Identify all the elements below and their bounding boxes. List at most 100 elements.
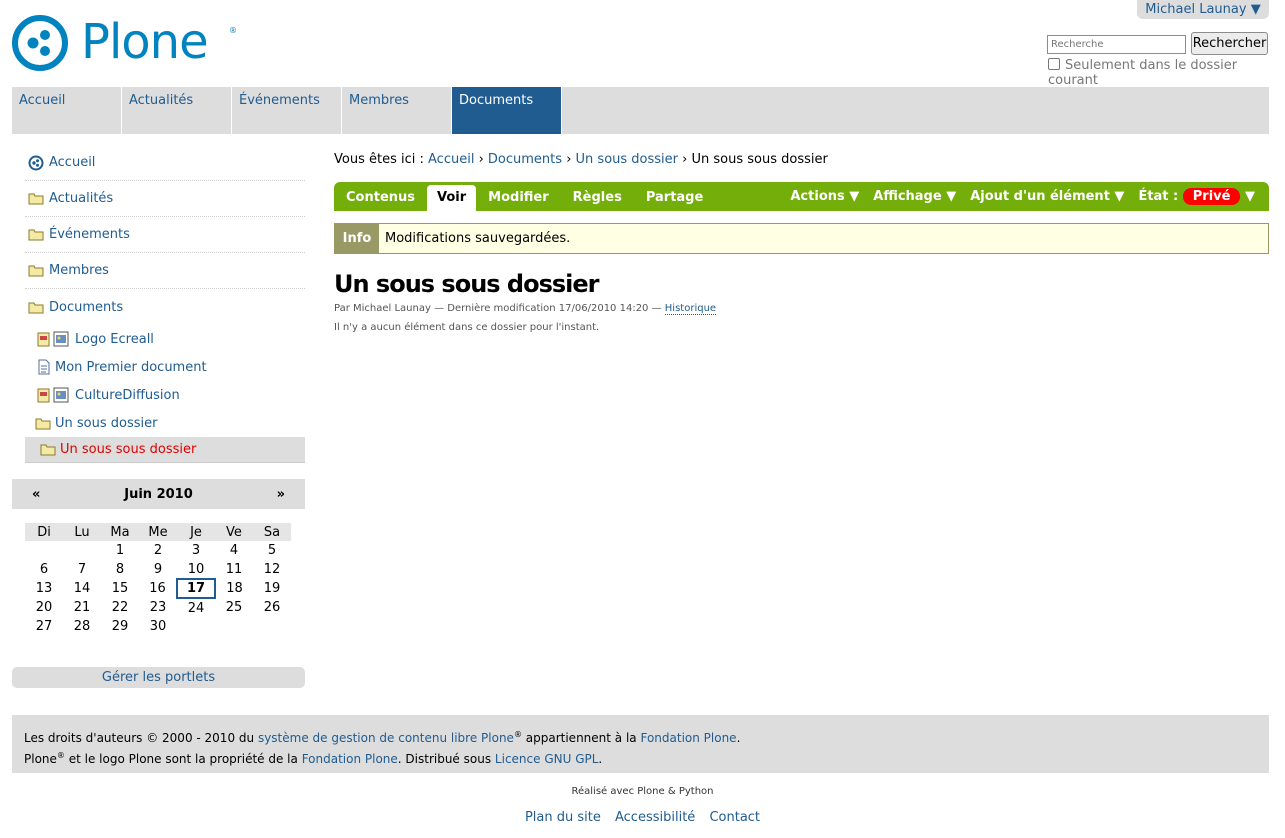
tab-contenus[interactable]: Contenus (334, 185, 427, 211)
folder-icon (28, 192, 44, 205)
nav-item-actualites[interactable]: Actualités (25, 181, 305, 217)
global-nav-item-actualites[interactable]: Actualités (122, 87, 232, 134)
document-byline: Par Michael Launay — Dernière modificati… (334, 303, 717, 315)
tab-partage[interactable]: Partage (634, 185, 715, 211)
search-button[interactable]: Rechercher (1191, 32, 1268, 55)
footer-link-license[interactable]: Licence GNU GPL (495, 752, 599, 766)
nav-subitem-label: Logo Ecreall (75, 331, 154, 347)
footer-text: Les droits d'auteurs © 2000 - 2010 du (24, 731, 255, 745)
global-nav-item-evenements[interactable]: Événements (232, 87, 342, 134)
nav-item-documents[interactable]: Documents (25, 289, 305, 325)
breadcrumb-link-documents[interactable]: Documents (488, 152, 562, 167)
footer-link-foundation[interactable]: Fondation Plone (640, 731, 736, 745)
footer-text: . (598, 752, 603, 766)
state-menu[interactable]: État : Privé ▼ (1138, 188, 1255, 205)
global-nav-item-documents[interactable]: Documents (452, 87, 562, 134)
state-label: État : (1138, 189, 1179, 204)
nav-subitem-label: Un sous sous dossier (60, 442, 197, 457)
calendar-day: 9 (153, 562, 163, 577)
weekday-header: Me (139, 523, 177, 541)
user-menu[interactable]: Michael Launay ▼ (1137, 0, 1269, 19)
calendar-day: 4 (229, 543, 239, 558)
calendar-grid: Di Lu Ma Me Je Ve Sa 1 2 3 4 5 6 7 8 9 1… (25, 523, 291, 636)
plone-logo-icon (28, 155, 44, 171)
actions-menu[interactable]: Actions ▼ (790, 189, 859, 204)
image-icon (37, 387, 71, 403)
footer-link-foundation-2[interactable]: Fondation Plone (302, 752, 398, 766)
tab-voir[interactable]: Voir (427, 185, 477, 211)
breadcrumb: Vous êtes ici : Accueil › Documents › Un… (334, 152, 828, 167)
chevron-down-icon: ▼ (1245, 189, 1255, 204)
calendar-day: 6 (39, 562, 49, 577)
add-item-menu[interactable]: Ajout d'un élément ▼ (970, 189, 1124, 204)
tab-modifier[interactable]: Modifier (476, 185, 561, 211)
manage-portlets-link[interactable]: Gérer les portlets (12, 667, 305, 688)
page-title: Un sous sous dossier (334, 270, 600, 298)
folder-icon (28, 228, 44, 241)
status-message: Info Modifications sauvegardées. (334, 223, 1269, 254)
plone-logo-icon (12, 15, 68, 71)
calendar-day: 8 (115, 562, 125, 577)
site-logo[interactable]: Plone ® (11, 14, 237, 74)
folder-icon (40, 443, 56, 456)
calendar-day-today: 17 (176, 578, 216, 599)
calendar-day: 5 (267, 543, 277, 558)
calendar-header: « Juin 2010 » (12, 479, 305, 509)
search-scope-checkbox[interactable] (1048, 58, 1060, 70)
search-scope-label: Seulement dans le dossier courant (1048, 58, 1238, 88)
footer-line-1: Les droits d'auteurs © 2000 - 2010 du sy… (24, 726, 1257, 747)
footer-link-cms[interactable]: système de gestion de contenu libre Plon… (258, 731, 514, 745)
navigation-portlet: Accueil Actualités Événements Membres Do… (25, 145, 305, 463)
calendar-day (215, 617, 253, 636)
footer-text: . Distribué sous (397, 752, 492, 766)
folder-icon (35, 417, 51, 430)
footer-text: et le logo Plone sont la propriété de la (68, 752, 298, 766)
nav-item-accueil[interactable]: Accueil (25, 145, 305, 181)
nav-subitem-un-sous-dossier[interactable]: Un sous dossier (25, 409, 305, 437)
search-scope-option[interactable]: Seulement dans le dossier courant (1048, 58, 1285, 88)
calendar-prev-button[interactable]: « (32, 487, 40, 502)
footer-text: Plone (24, 752, 57, 766)
nav-subitem-mon-premier-document[interactable]: Mon Premier document (25, 353, 305, 381)
display-menu[interactable]: Affichage ▼ (873, 189, 956, 204)
nav-subitem-logo-ecreall[interactable]: Logo Ecreall (25, 325, 305, 353)
global-nav: Accueil Actualités Événements Membres Do… (12, 87, 1269, 134)
calendar-day: 30 (149, 619, 167, 634)
calendar-day: 24 (187, 600, 205, 616)
content-views-bar: Contenus Voir Modifier Règles Partage Ac… (334, 182, 1269, 211)
colophon[interactable]: Réalisé avec Plone & Python (0, 786, 1285, 797)
calendar-day: 20 (35, 600, 53, 615)
image-icon (37, 331, 71, 347)
calendar-day (63, 541, 101, 560)
weekday-header: Je (177, 523, 215, 541)
calendar-day: 12 (263, 562, 281, 577)
global-nav-item-accueil[interactable]: Accueil (12, 87, 122, 134)
weekday-header: Ve (215, 523, 253, 541)
nav-subitem-un-sous-sous-dossier[interactable]: Un sous sous dossier (25, 437, 305, 463)
breadcrumb-prefix: Vous êtes ici : (334, 152, 424, 167)
tab-regles[interactable]: Règles (561, 185, 634, 211)
nav-item-membres[interactable]: Membres (25, 253, 305, 289)
breadcrumb-link-un-sous-dossier[interactable]: Un sous dossier (576, 152, 678, 167)
nav-item-evenements[interactable]: Événements (25, 217, 305, 253)
nav-item-label: Actualités (49, 191, 114, 206)
calendar-day: 11 (225, 562, 243, 577)
site-action-accessibility[interactable]: Accessibilité (615, 810, 695, 825)
folder-icon (28, 264, 44, 277)
calendar-day (253, 617, 291, 636)
site-action-contact[interactable]: Contact (709, 810, 760, 825)
nav-subitem-label: Un sous dossier (55, 415, 158, 431)
search-input[interactable] (1047, 35, 1186, 54)
breadcrumb-link-accueil[interactable]: Accueil (428, 152, 474, 167)
calendar-day: 14 (73, 581, 91, 596)
calendar-next-button[interactable]: » (277, 487, 285, 502)
history-link[interactable]: Historique (664, 303, 717, 315)
global-nav-item-membres[interactable]: Membres (342, 87, 452, 134)
content-actions: Actions ▼ Affichage ▼ Ajout d'un élément… (790, 182, 1269, 211)
nav-subitem-label: CultureDiffusion (75, 387, 180, 403)
site-action-sitemap[interactable]: Plan du site (525, 810, 601, 825)
nav-subitem-culturediffusion[interactable]: CultureDiffusion (25, 381, 305, 409)
logo-text: Plone (81, 14, 209, 70)
calendar-day: 29 (111, 619, 129, 634)
nav-subitem-label: Mon Premier document (55, 359, 207, 375)
